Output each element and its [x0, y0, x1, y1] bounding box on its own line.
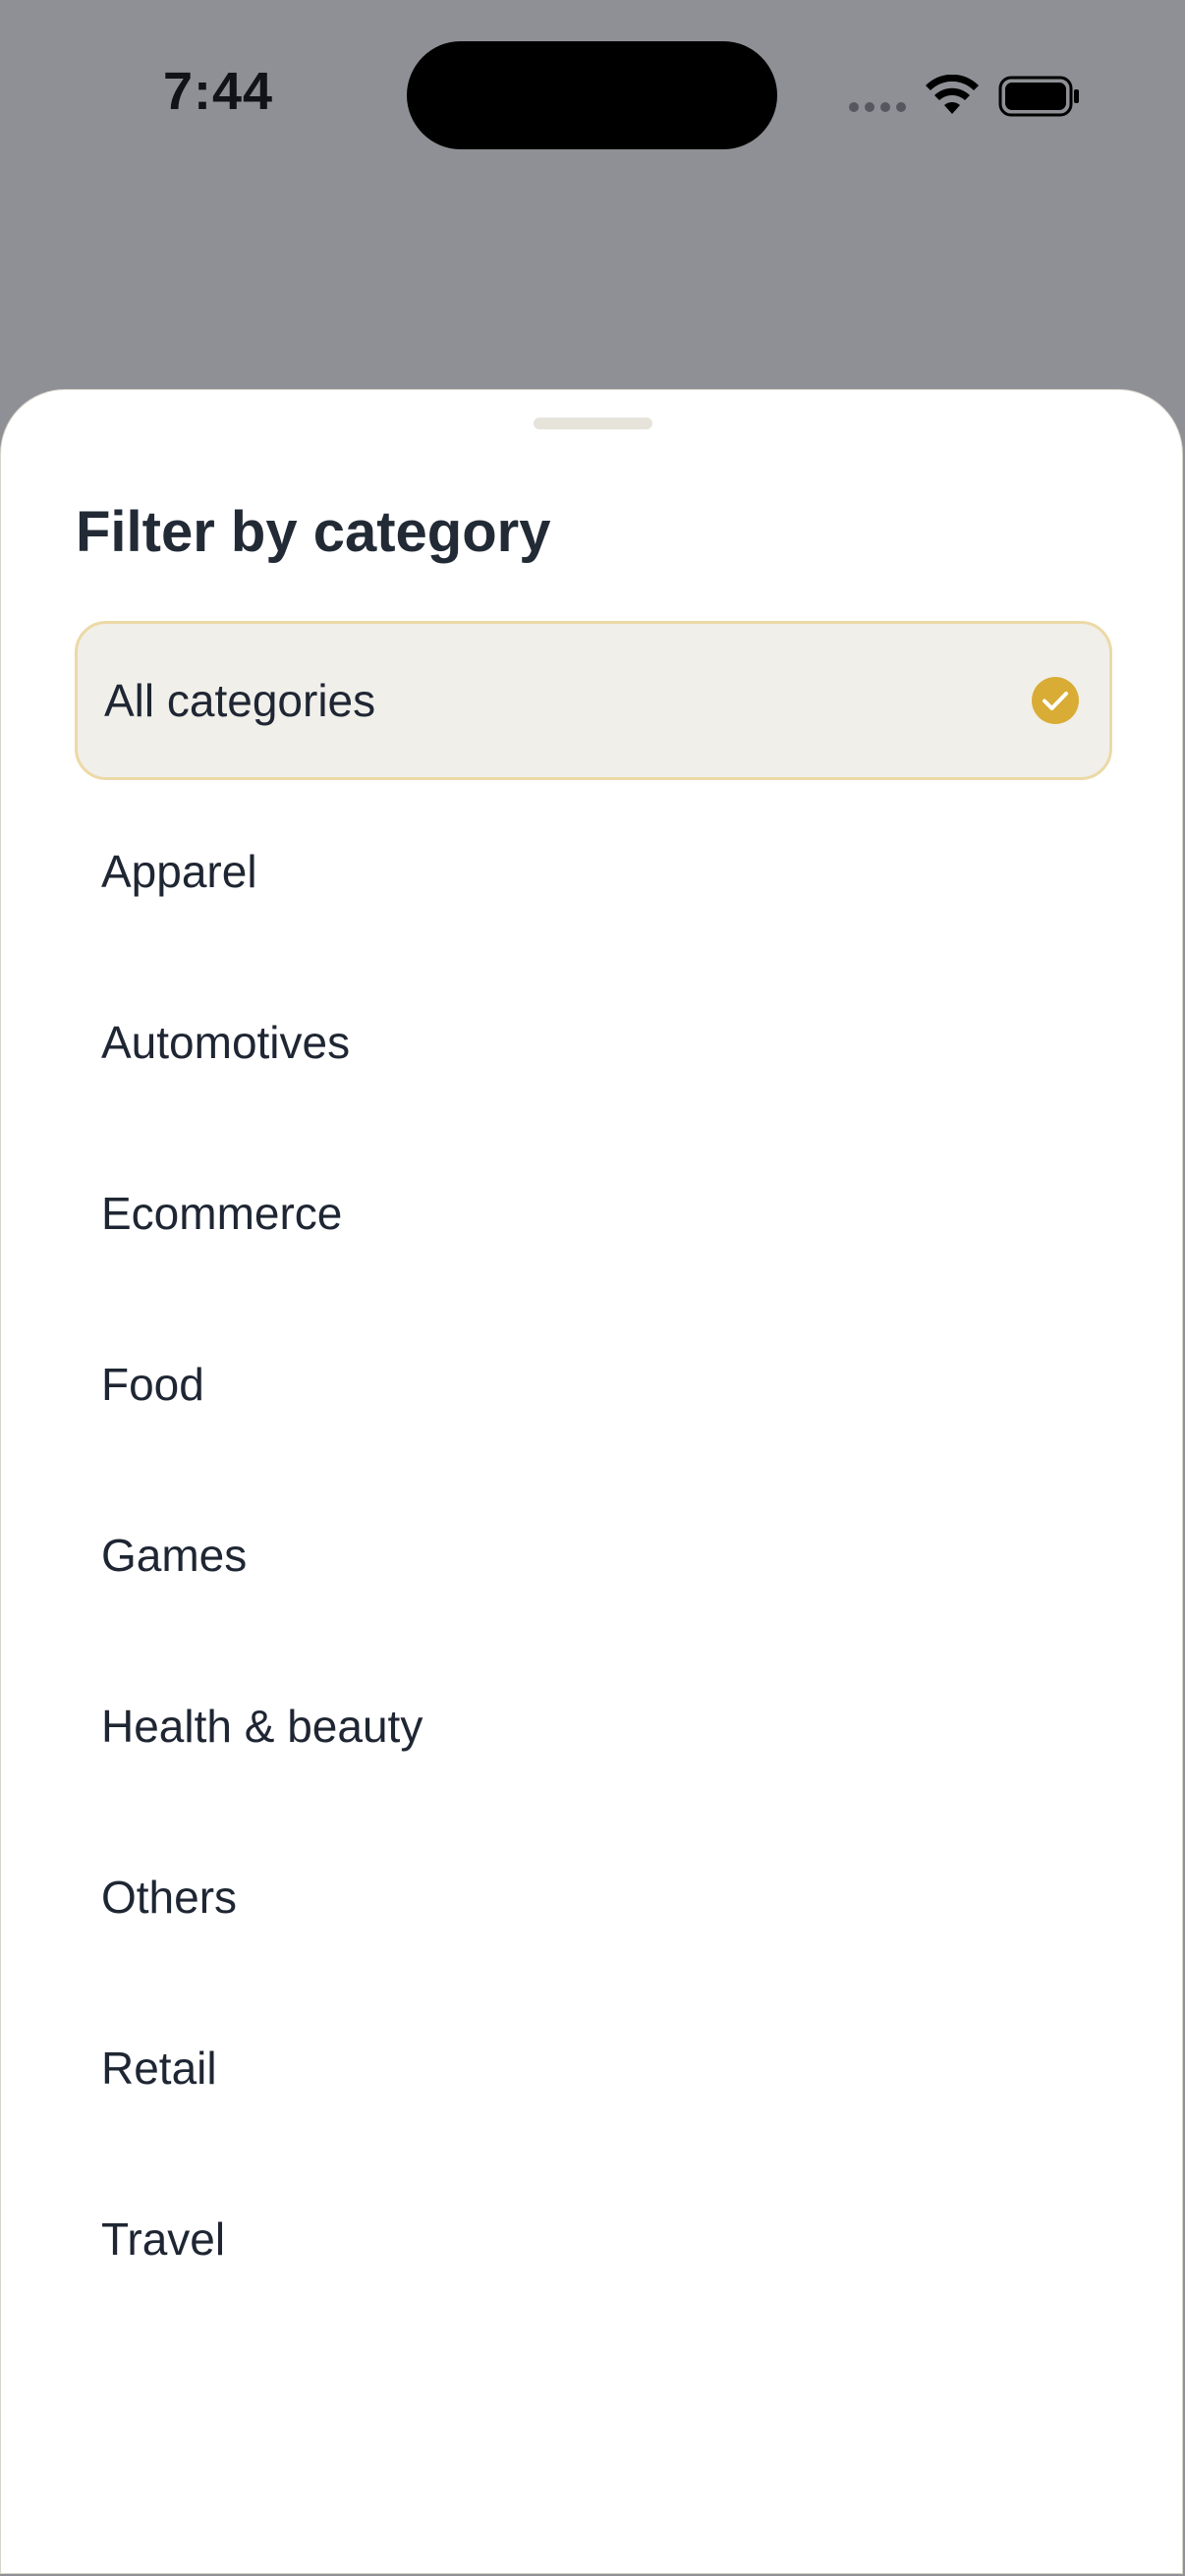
category-option-label: All categories — [104, 675, 376, 726]
sheet-title: Filter by category — [76, 500, 551, 564]
category-option-label: Apparel — [101, 846, 257, 897]
check-circle-icon — [1032, 677, 1079, 724]
sheet-grabber-handle[interactable] — [534, 418, 652, 429]
category-option-label: Ecommerce — [101, 1188, 343, 1239]
status-time: 7:44 — [163, 62, 274, 121]
category-option-ecommerce[interactable]: Ecommerce — [75, 1134, 1112, 1293]
category-option-food[interactable]: Food — [75, 1305, 1112, 1464]
category-option-label: Retail — [101, 2043, 217, 2094]
battery-icon — [998, 76, 1079, 117]
category-option-label: Food — [101, 1359, 204, 1410]
status-bar: 7:44 — [0, 0, 1185, 196]
category-option-label: Games — [101, 1530, 248, 1581]
category-option-others[interactable]: Others — [75, 1818, 1112, 1977]
category-option-label: Health & beauty — [101, 1701, 423, 1752]
category-option-retail[interactable]: Retail — [75, 1988, 1112, 2148]
category-option-games[interactable]: Games — [75, 1476, 1112, 1635]
category-option-label: Automotives — [101, 1017, 351, 1068]
category-list: All categories Apparel Automotives Ecomm… — [75, 621, 1112, 2330]
wifi-icon — [926, 75, 979, 114]
category-option-apparel[interactable]: Apparel — [75, 792, 1112, 951]
category-option-all-categories[interactable]: All categories — [75, 621, 1112, 780]
category-option-health-beauty[interactable]: Health & beauty — [75, 1647, 1112, 1806]
category-option-automotives[interactable]: Automotives — [75, 963, 1112, 1122]
filter-bottom-sheet: Filter by category All categories Appare… — [0, 389, 1183, 2574]
category-option-label: Travel — [101, 2213, 226, 2265]
category-option-label: Others — [101, 1872, 238, 1923]
dynamic-island — [407, 41, 777, 149]
category-option-travel[interactable]: Travel — [75, 2159, 1112, 2319]
cellular-signal-icon — [849, 102, 906, 112]
